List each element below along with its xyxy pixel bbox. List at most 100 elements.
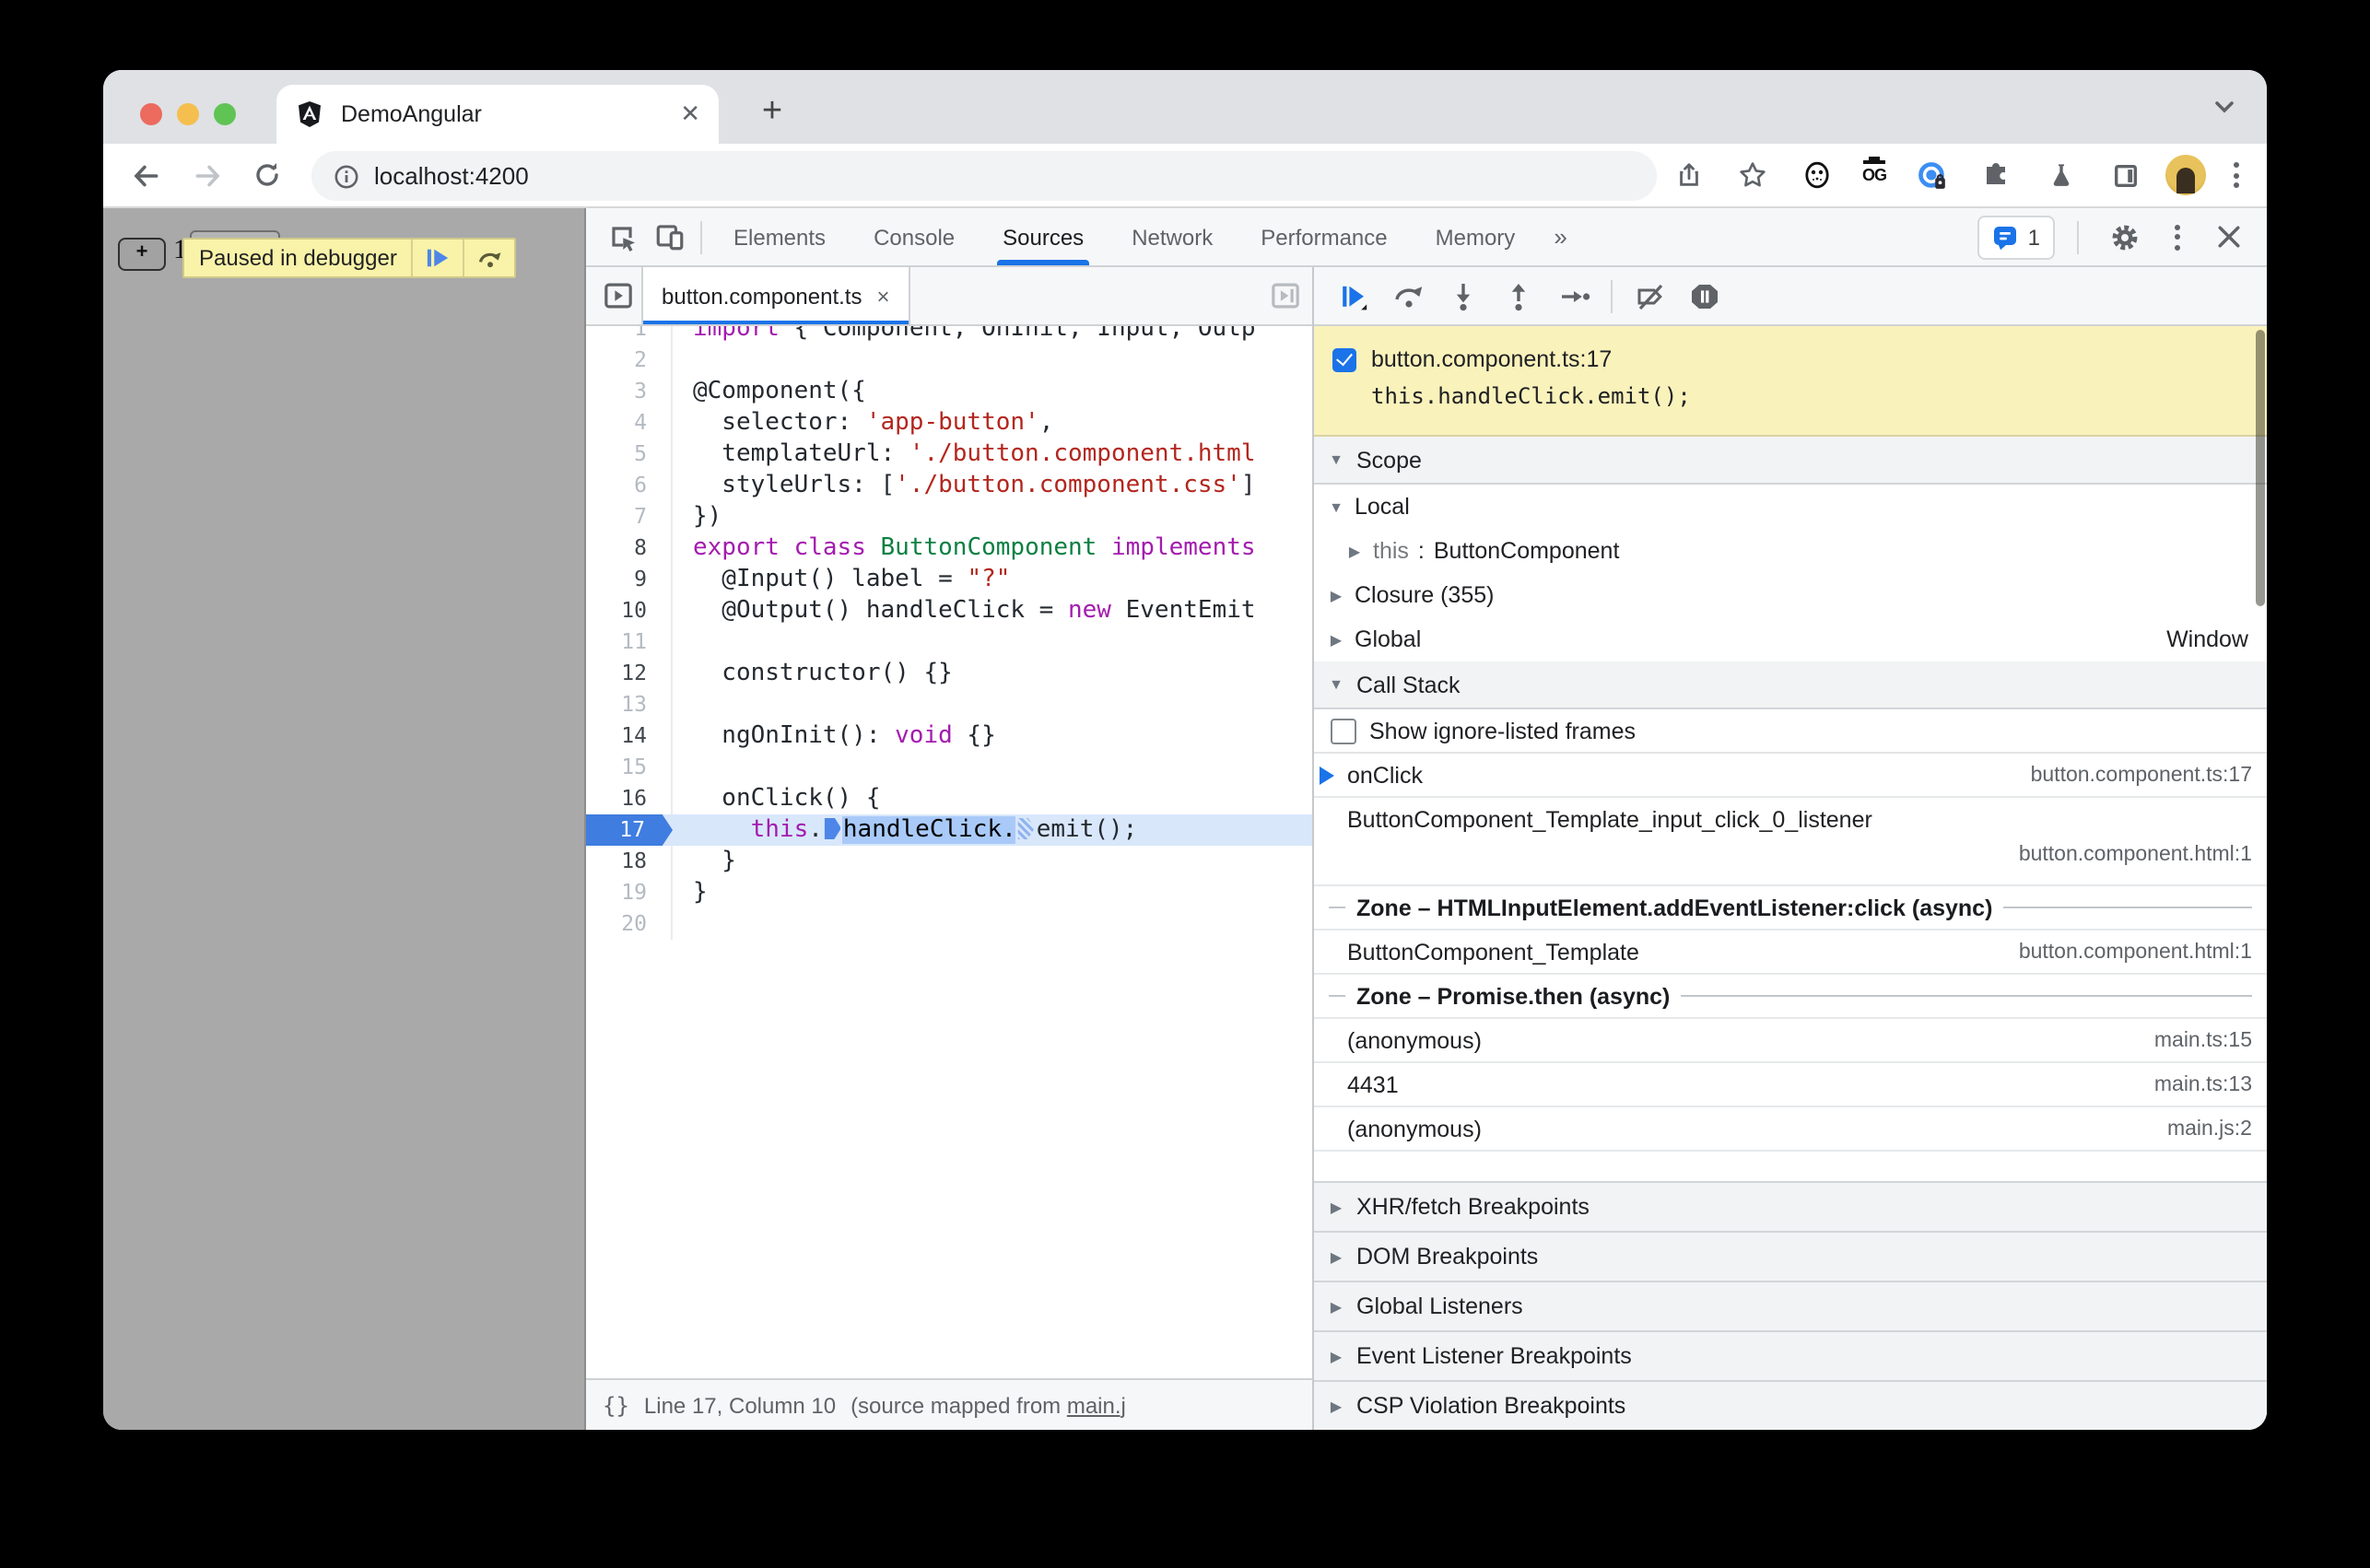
code-line[interactable]: 7}) xyxy=(586,501,1312,532)
browser-menu-icon[interactable] xyxy=(2223,162,2248,188)
tab-close-icon[interactable]: ✕ xyxy=(680,99,700,129)
line-number[interactable]: 18 xyxy=(586,846,673,877)
step-out-icon[interactable] xyxy=(1496,274,1541,318)
code-line[interactable]: 5 templateUrl: './button.component.html xyxy=(586,439,1312,470)
code-text[interactable]: export class ButtonComponent implements xyxy=(673,532,1312,564)
line-number[interactable]: 19 xyxy=(586,877,673,908)
section-event-listener-breakpoints[interactable]: ▶ Event Listener Breakpoints xyxy=(1314,1330,2267,1380)
back-icon[interactable] xyxy=(122,151,170,199)
code-line[interactable]: 17 this. handleClick. emit(); xyxy=(586,814,1312,846)
password-manager-extension-icon[interactable] xyxy=(1907,151,1955,199)
pause-on-exceptions-icon[interactable] xyxy=(1683,274,1727,318)
tab-console[interactable]: Console xyxy=(850,208,979,265)
tab-network[interactable]: Network xyxy=(1108,208,1237,265)
code-line[interactable]: 20 xyxy=(586,908,1312,940)
forward-icon[interactable] xyxy=(182,151,230,199)
line-number[interactable]: 1 xyxy=(586,326,673,345)
line-number[interactable]: 15 xyxy=(586,752,673,783)
code-line[interactable]: 19} xyxy=(586,877,1312,908)
scope-local-row[interactable]: ▼ Local xyxy=(1314,485,2267,529)
line-number[interactable]: 11 xyxy=(586,626,673,658)
code-line[interactable]: 13 xyxy=(586,689,1312,720)
code-line[interactable]: 16 onClick() { xyxy=(586,783,1312,814)
browser-tab[interactable]: DemoAngular ✕ xyxy=(276,85,719,144)
source-map-link[interactable]: main.j xyxy=(1067,1392,1126,1418)
code-line[interactable]: 18 } xyxy=(586,846,1312,877)
line-number[interactable]: 4 xyxy=(586,407,673,439)
info-icon[interactable] xyxy=(334,163,359,189)
step-into-icon[interactable] xyxy=(1441,274,1485,318)
code-text[interactable]: @Output() handleClick = new EventEmit xyxy=(673,595,1312,626)
close-icon[interactable] xyxy=(2204,213,2252,261)
flask-extension-icon[interactable] xyxy=(2036,151,2084,199)
code-line[interactable]: 14 ngOnInit(): void {} xyxy=(586,720,1312,752)
minimize-window-button[interactable] xyxy=(177,103,199,125)
scope-this-row[interactable]: ▶ this: ButtonComponent xyxy=(1314,529,2267,573)
callstack-frame-active[interactable]: onClick button.component.ts:17 xyxy=(1314,754,2267,798)
show-ignore-checkbox[interactable] xyxy=(1331,718,1356,743)
section-dom-breakpoints[interactable]: ▶ DOM Breakpoints xyxy=(1314,1231,2267,1281)
line-number[interactable]: 7 xyxy=(586,501,673,532)
open-file-nav-icon[interactable] xyxy=(1270,280,1312,311)
code-text[interactable] xyxy=(673,752,1312,783)
code-line[interactable]: 3 @Component({ xyxy=(586,376,1312,407)
breakpoint-checkbox[interactable] xyxy=(1332,347,1356,371)
inspect-icon[interactable] xyxy=(597,213,645,261)
file-tab[interactable]: button.component.ts × xyxy=(641,267,910,324)
line-number[interactable]: 2 xyxy=(586,345,673,376)
og-incognito-extension-icon[interactable]: OG xyxy=(1858,157,1891,190)
inline-step-marker-icon[interactable] xyxy=(824,817,841,839)
code-text[interactable]: constructor() {} xyxy=(673,658,1312,689)
code-text[interactable]: ngOnInit(): void {} xyxy=(673,720,1312,752)
deactivate-breakpoints-icon[interactable] xyxy=(1627,274,1672,318)
extensions-puzzle-icon[interactable] xyxy=(1972,151,2020,199)
code-text[interactable] xyxy=(673,345,1312,376)
devtools-menu-icon[interactable] xyxy=(2164,224,2189,250)
scope-global-row[interactable]: ▶ Global Window xyxy=(1314,617,2267,661)
reading-list-icon[interactable] xyxy=(2101,151,2149,199)
code-text[interactable]: @Component({ xyxy=(673,376,1312,407)
code-line[interactable]: 10 @Output() handleClick = new EventEmit xyxy=(586,595,1312,626)
page-plus-button[interactable]: + xyxy=(118,238,166,271)
resume-icon[interactable] xyxy=(1331,274,1375,318)
callstack-frame[interactable]: 4431 main.ts:13 xyxy=(1314,1063,2267,1107)
code-line[interactable]: 8 export class ButtonComponent implements xyxy=(586,532,1312,564)
sidebar-scrollbar[interactable] xyxy=(2256,330,2265,606)
line-number[interactable]: 6 xyxy=(586,470,673,501)
code-text[interactable]: this. handleClick. emit(); xyxy=(673,814,1312,846)
code-text[interactable]: } xyxy=(673,877,1312,908)
code-line[interactable]: 15 xyxy=(586,752,1312,783)
new-tab-button[interactable]: + xyxy=(752,93,792,135)
zoom-window-button[interactable] xyxy=(214,103,236,125)
scope-section-header[interactable]: ▼ Scope xyxy=(1314,437,2267,485)
code-text[interactable] xyxy=(673,908,1312,940)
issues-counter[interactable]: 1 xyxy=(1977,215,2055,259)
code-text[interactable]: import { Component, OnInit, Input, Outp xyxy=(673,326,1312,345)
code-line[interactable]: 4 selector: 'app-button', xyxy=(586,407,1312,439)
tab-search-chevron-icon[interactable] xyxy=(2212,94,2237,120)
inline-step-marker-icon[interactable] xyxy=(1017,817,1035,839)
code-text[interactable]: onClick() { xyxy=(673,783,1312,814)
avatar[interactable] xyxy=(2165,155,2206,195)
breakpoint-location[interactable]: button.component.ts:17 xyxy=(1371,346,1612,372)
device-toolbar-icon[interactable] xyxy=(645,213,693,261)
reload-icon[interactable] xyxy=(243,151,291,199)
callstack-section-header[interactable]: ▼ Call Stack xyxy=(1314,661,2267,709)
close-window-button[interactable] xyxy=(140,103,162,125)
callstack-frame[interactable]: ButtonComponent_Template button.component… xyxy=(1314,930,2267,975)
code-line[interactable]: 9 @Input() label = "?" xyxy=(586,564,1312,595)
resume-script-button[interactable] xyxy=(411,240,463,276)
line-number[interactable]: 13 xyxy=(586,689,673,720)
callstack-frame[interactable]: ButtonComponent_Template_input_click_0_l… xyxy=(1314,798,2267,886)
step-over-button[interactable] xyxy=(463,240,515,276)
code-text[interactable]: }) xyxy=(673,501,1312,532)
line-number[interactable]: 5 xyxy=(586,439,673,470)
section-global-listeners[interactable]: ▶ Global Listeners xyxy=(1314,1281,2267,1330)
line-number[interactable]: 12 xyxy=(586,658,673,689)
pretty-print-button[interactable]: {} xyxy=(603,1392,629,1418)
code-editor[interactable]: 1 import { Component, OnInit, Input, Outp… xyxy=(586,326,1312,1378)
address-bar[interactable]: localhost:4200 xyxy=(311,151,1657,201)
code-text[interactable] xyxy=(673,626,1312,658)
code-line[interactable]: 6 styleUrls: ['./button.component.css'] xyxy=(586,470,1312,501)
tab-elements[interactable]: Elements xyxy=(710,208,850,265)
